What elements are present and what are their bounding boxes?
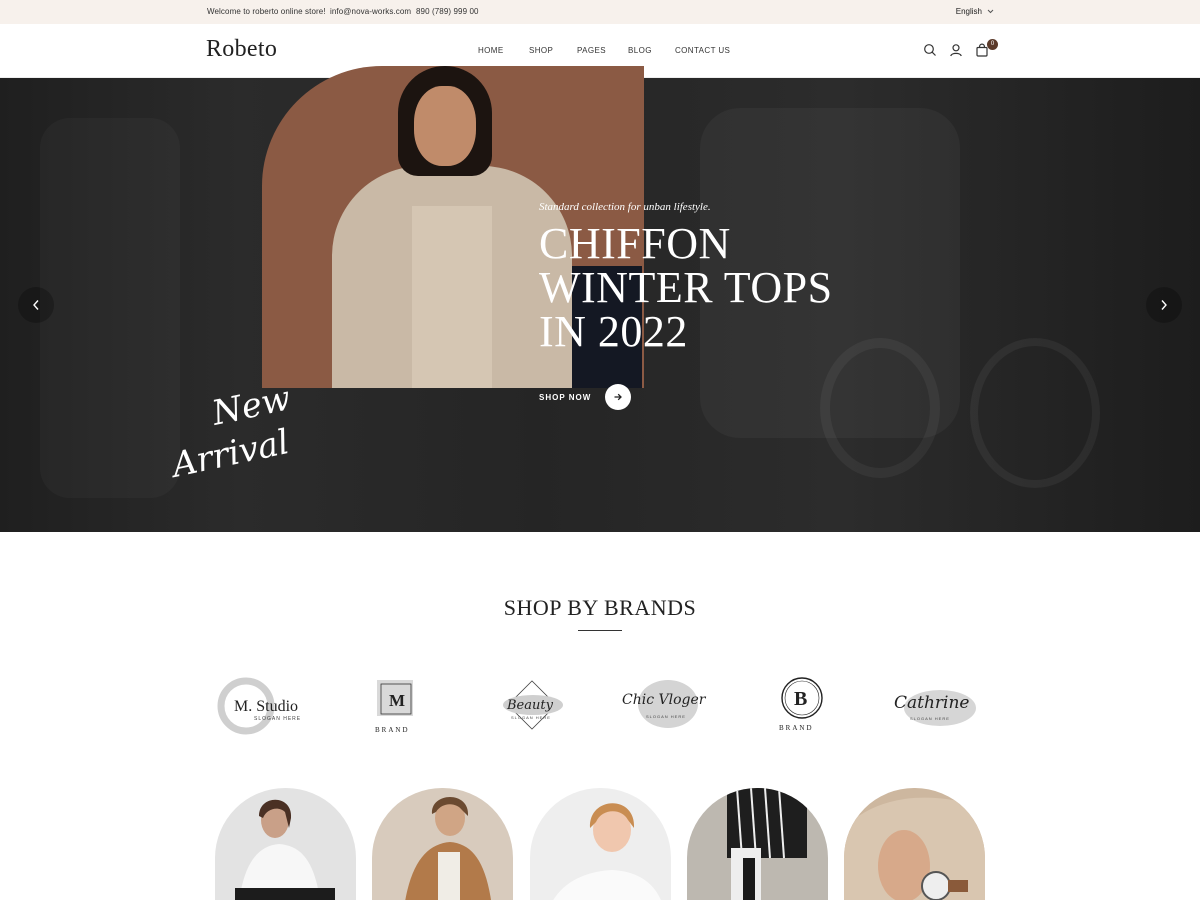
- hero-title: CHIFFON WINTER TOPS IN 2022: [539, 222, 833, 354]
- brand-name: Cathrine: [894, 693, 970, 713]
- brand-logo-beauty[interactable]: Beauty SLOGAN HERE: [497, 672, 569, 740]
- brand-tag: SLOGAN HERE: [254, 716, 301, 722]
- shop-now-button[interactable]: SHOP NOW: [539, 384, 632, 410]
- nav-home[interactable]: HOME: [478, 46, 504, 55]
- category-image[interactable]: [687, 788, 828, 900]
- language-selector[interactable]: English: [956, 7, 994, 16]
- arrow-right-icon: [605, 384, 632, 410]
- brand-name: M: [389, 691, 405, 710]
- hero-title-line: WINTER TOPS: [539, 263, 833, 312]
- hero-subtitle: Standard collection for unban lifestyle.: [539, 201, 711, 213]
- brand-tag: BRAND: [779, 724, 814, 732]
- nav-blog[interactable]: BLOG: [628, 46, 652, 55]
- nav-pages[interactable]: PAGES: [577, 46, 606, 55]
- brand-name: M. Studio: [234, 698, 298, 715]
- user-icon[interactable]: [949, 43, 963, 57]
- brand-logo-m-brand[interactable]: M BRAND: [365, 672, 429, 740]
- brand-tag: SLOGAN HERE: [646, 714, 686, 719]
- slider-prev-button[interactable]: [18, 287, 54, 323]
- hero-image-detail: [412, 206, 492, 388]
- cart-count-badge: 0: [987, 39, 998, 50]
- brand-logo-m-studio[interactable]: M. Studio SLOGAN HERE: [216, 672, 316, 740]
- top-bar: Welcome to roberto online store! info@no…: [0, 0, 1200, 24]
- brand-tag: SLOGAN HERE: [910, 716, 950, 721]
- chevron-right-icon: [1161, 300, 1167, 310]
- category-image[interactable]: [530, 788, 671, 900]
- hero-image-detail: [414, 86, 476, 166]
- script-word: Arrival: [170, 422, 293, 486]
- hero-background-shape: [40, 118, 180, 498]
- brand-logo-b-brand[interactable]: B BRAND: [773, 672, 833, 740]
- category-image[interactable]: [844, 788, 985, 900]
- brands-section-title: SHOP BY BRANDS: [503, 595, 697, 620]
- title-underline: [578, 630, 622, 631]
- nav-contact-us[interactable]: CONTACT US: [675, 46, 735, 55]
- category-image[interactable]: [215, 788, 356, 900]
- email-link[interactable]: info@nova-works.com: [330, 7, 411, 16]
- brand-tag: SLOGAN HERE: [511, 715, 551, 720]
- language-label: English: [955, 7, 982, 16]
- brand-logo-chic-vloger[interactable]: Chic Vloger SLOGAN HERE: [620, 672, 716, 740]
- category-image[interactable]: [372, 788, 513, 900]
- phone-text: 890 (789) 999 00: [416, 7, 479, 16]
- hero-title-line: IN 2022: [539, 307, 688, 356]
- slider-next-button[interactable]: [1146, 287, 1182, 323]
- chevron-down-icon: [987, 9, 994, 14]
- hero-title-line: CHIFFON: [539, 219, 731, 268]
- hero-background-shape: [820, 338, 940, 478]
- brand-tag: BRAND: [375, 726, 410, 734]
- new-arrival-script: New Arrival: [170, 385, 294, 486]
- brand-name: B: [794, 688, 807, 710]
- site-logo[interactable]: Robeto: [206, 36, 277, 63]
- nav-shop[interactable]: SHOP: [529, 46, 553, 55]
- search-icon[interactable]: [923, 43, 937, 57]
- chevron-left-icon: [33, 300, 39, 310]
- hero-background-shape: [970, 338, 1100, 488]
- brand-name: Beauty: [506, 698, 554, 713]
- shop-now-label: SHOP NOW: [539, 392, 592, 402]
- brand-name: Chic Vloger: [622, 692, 707, 708]
- welcome-text: Welcome to roberto online store!: [207, 7, 326, 16]
- brand-logo-cathrine[interactable]: Cathrine SLOGAN HERE: [890, 672, 986, 740]
